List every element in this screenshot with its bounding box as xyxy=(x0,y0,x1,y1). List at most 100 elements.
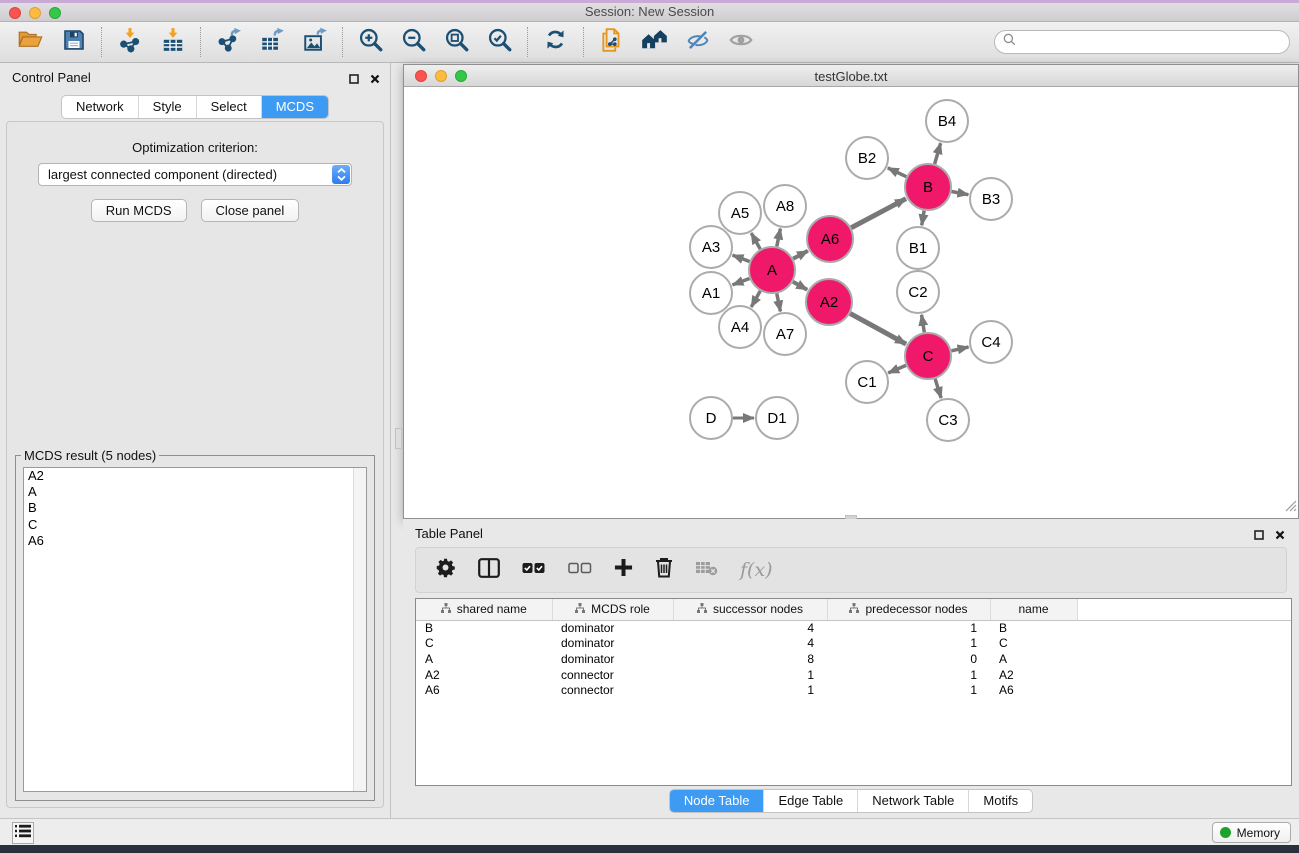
graph-edge-C-C1[interactable] xyxy=(888,365,906,373)
delete-table-button[interactable] xyxy=(695,560,718,581)
cell-shared-name[interactable]: B xyxy=(416,620,552,636)
graph-edge-A-A5[interactable] xyxy=(751,233,760,249)
export-table-button[interactable] xyxy=(250,24,293,60)
mcds-result-item[interactable]: A xyxy=(24,484,366,500)
column-header-name[interactable]: name xyxy=(990,599,1077,620)
cell-name[interactable]: A xyxy=(990,651,1077,667)
close-panel-icon[interactable] xyxy=(370,71,380,89)
graph-node-C2[interactable]: C2 xyxy=(897,271,939,313)
task-history-button[interactable] xyxy=(12,822,34,844)
export-network-button[interactable] xyxy=(207,24,250,60)
cell-shared-name[interactable]: A2 xyxy=(416,667,552,683)
cell-successor-nodes[interactable]: 4 xyxy=(673,636,827,652)
home-layout-button[interactable] xyxy=(633,24,676,60)
open-session-button[interactable] xyxy=(9,24,52,60)
cell-shared-name[interactable]: A xyxy=(416,651,552,667)
cell-successor-nodes[interactable]: 4 xyxy=(673,620,827,636)
graph-edge-A-A1[interactable] xyxy=(733,278,750,284)
mcds-result-item[interactable]: A2 xyxy=(24,468,366,484)
graph-edge-C-C2[interactable] xyxy=(922,315,925,333)
graph-node-B[interactable]: B xyxy=(905,164,951,210)
graph-node-A4[interactable]: A4 xyxy=(719,306,761,348)
graph-node-A6[interactable]: A6 xyxy=(807,216,853,262)
close-panel-button[interactable]: Close panel xyxy=(201,199,300,222)
zoom-out-button[interactable] xyxy=(392,24,435,60)
cell-mcds-role[interactable]: connector xyxy=(552,667,673,683)
mcds-result-item[interactable]: C xyxy=(24,517,366,533)
cell-name[interactable]: B xyxy=(990,620,1077,636)
graph-node-B3[interactable]: B3 xyxy=(970,178,1012,220)
refresh-button[interactable] xyxy=(534,24,577,60)
function-builder-button[interactable]: f(x) xyxy=(740,559,773,581)
cell-name[interactable]: C xyxy=(990,636,1077,652)
network-canvas[interactable]: B4B2BB3A8A5A6A3B1AC2A1A2A4A7C4CC1DD1C3 xyxy=(404,87,1298,518)
search-field[interactable] xyxy=(994,30,1290,54)
graph-node-A[interactable]: A xyxy=(749,247,795,293)
table-row[interactable]: Cdominator41C xyxy=(416,636,1291,652)
tab-network-table[interactable]: Network Table xyxy=(857,790,968,812)
result-scrollbar[interactable] xyxy=(353,468,366,791)
graph-node-C[interactable]: C xyxy=(905,333,951,379)
graph-edge-C-C4[interactable] xyxy=(951,347,968,351)
zoom-selected-button[interactable] xyxy=(478,24,521,60)
cell-predecessor-nodes[interactable]: 1 xyxy=(827,636,990,652)
table-row[interactable]: Adominator80A xyxy=(416,651,1291,667)
mcds-result-item[interactable]: B xyxy=(24,500,366,516)
mcds-result-list[interactable]: A2ABCA6 xyxy=(23,467,367,792)
graph-edge-A-A8[interactable] xyxy=(777,229,781,247)
network-graph-svg[interactable]: B4B2BB3A8A5A6A3B1AC2A1A2A4A7C4CC1DD1C3 xyxy=(404,87,1298,518)
cell-predecessor-nodes[interactable]: 0 xyxy=(827,651,990,667)
save-session-button[interactable] xyxy=(52,24,95,60)
memory-button[interactable]: Memory xyxy=(1212,822,1291,843)
zoom-in-button[interactable] xyxy=(349,24,392,60)
graph-edge-A2-C[interactable] xyxy=(850,313,906,344)
graph-node-A1[interactable]: A1 xyxy=(690,272,732,314)
graph-edge-A-A4[interactable] xyxy=(751,291,760,307)
table-row[interactable]: A2connector11A2 xyxy=(416,667,1291,683)
cell-mcds-role[interactable]: dominator xyxy=(552,620,673,636)
tab-network[interactable]: Network xyxy=(62,96,138,118)
table-row[interactable]: Bdominator41B xyxy=(416,620,1291,636)
table-row[interactable]: A6connector11A6 xyxy=(416,682,1291,698)
cell-successor-nodes[interactable]: 8 xyxy=(673,651,827,667)
graph-node-B4[interactable]: B4 xyxy=(926,100,968,142)
zoom-fit-button[interactable] xyxy=(435,24,478,60)
graph-edge-A-A6[interactable] xyxy=(793,251,808,259)
float-panel-icon[interactable] xyxy=(1254,527,1264,545)
graph-node-B2[interactable]: B2 xyxy=(846,137,888,179)
graph-node-A2[interactable]: A2 xyxy=(806,279,852,325)
graph-node-A5[interactable]: A5 xyxy=(719,192,761,234)
mcds-result-item[interactable]: A6 xyxy=(24,533,366,549)
add-column-button[interactable] xyxy=(614,558,633,582)
run-mcds-button[interactable]: Run MCDS xyxy=(91,199,187,222)
tab-motifs[interactable]: Motifs xyxy=(968,790,1032,812)
column-header-mcds-role[interactable]: MCDS role xyxy=(552,599,673,620)
graph-edge-B-B4[interactable] xyxy=(935,143,941,164)
clone-network-button[interactable] xyxy=(590,24,633,60)
cell-predecessor-nodes[interactable]: 1 xyxy=(827,620,990,636)
tab-edge-table[interactable]: Edge Table xyxy=(763,790,857,812)
float-panel-icon[interactable] xyxy=(349,71,359,89)
graph-edge-A6-B[interactable] xyxy=(851,199,906,228)
cell-successor-nodes[interactable]: 1 xyxy=(673,682,827,698)
graph-edge-B-B2[interactable] xyxy=(888,168,907,177)
resize-grip-icon[interactable] xyxy=(1284,499,1297,517)
show-columns-button[interactable] xyxy=(478,558,500,583)
graph-node-C3[interactable]: C3 xyxy=(927,399,969,441)
column-header-predecessor-nodes[interactable]: predecessor nodes xyxy=(827,599,990,620)
search-input[interactable] xyxy=(1021,35,1281,50)
export-image-button[interactable] xyxy=(293,24,336,60)
cell-shared-name[interactable]: A6 xyxy=(416,682,552,698)
delete-column-button[interactable] xyxy=(655,557,673,583)
graph-node-C1[interactable]: C1 xyxy=(846,361,888,403)
tab-select[interactable]: Select xyxy=(196,96,261,118)
graph-edge-A-A7[interactable] xyxy=(777,294,781,312)
vertical-splitter-handle[interactable] xyxy=(395,428,402,449)
table-options-button[interactable] xyxy=(435,557,456,583)
select-all-button[interactable] xyxy=(522,561,546,580)
graph-node-B1[interactable]: B1 xyxy=(897,227,939,269)
cell-name[interactable]: A6 xyxy=(990,682,1077,698)
graph-node-D[interactable]: D xyxy=(690,397,732,439)
column-header-shared-name[interactable]: shared name xyxy=(416,599,552,620)
hide-graphics-details-button[interactable] xyxy=(676,24,719,60)
